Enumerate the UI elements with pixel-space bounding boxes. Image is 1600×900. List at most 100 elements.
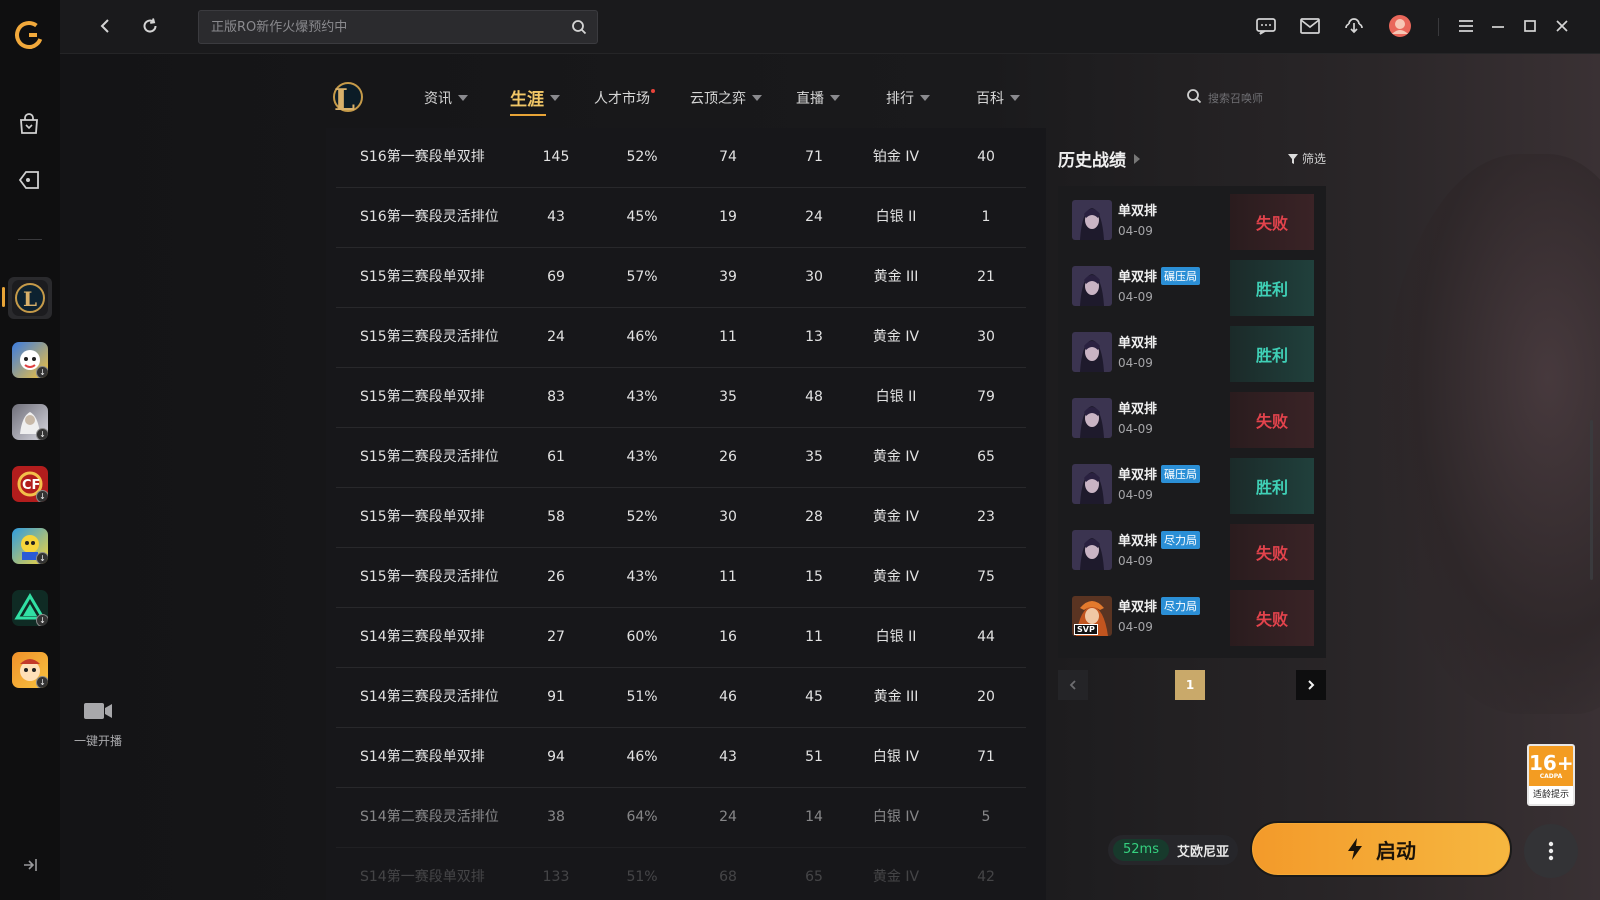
nav-label: 云顶之弈 <box>690 91 746 107</box>
rank-cell: 黄金 IV <box>872 509 920 525</box>
sidebar-game-2[interactable]: ↓ <box>12 342 48 378</box>
season-cell: S15第三赛段单双排 <box>360 269 485 285</box>
close-icon[interactable] <box>1548 12 1576 40</box>
user-avatar[interactable] <box>1386 12 1414 40</box>
filter-button[interactable]: 筛选 <box>1287 150 1326 167</box>
summoner-search[interactable] <box>1186 86 1306 110</box>
search-input[interactable] <box>211 11 561 43</box>
sidebar-game-5[interactable]: ↓ <box>12 528 48 564</box>
winrate-cell: 51% <box>626 869 658 885</box>
launch-button[interactable]: 启动 <box>1250 821 1512 877</box>
sidebar: L ↓ ↓ CF ↓ ↓ ↓ ↓ <box>0 0 60 900</box>
sidebar-game-3[interactable]: ↓ <box>12 404 48 440</box>
svg-text:L: L <box>334 83 355 116</box>
mail-icon[interactable] <box>1296 12 1324 40</box>
match-date: 04-09 <box>1118 356 1153 370</box>
store-bag-icon[interactable] <box>13 108 45 140</box>
summoner-search-input[interactable] <box>1208 91 1298 105</box>
page-number[interactable]: 1 <box>1175 670 1205 700</box>
match-history-title[interactable]: 历史战绩 <box>1058 146 1140 171</box>
nav-item-live[interactable]: 直播 <box>796 88 840 108</box>
menu-icon[interactable] <box>1452 12 1480 40</box>
next-page-button[interactable] <box>1296 670 1326 700</box>
refresh-icon[interactable] <box>136 12 164 40</box>
download-icon: ↓ <box>36 614 48 626</box>
nav-item-news[interactable]: 资讯 <box>424 88 468 108</box>
match-item[interactable]: 单双排 尽力局 04-09 失败 <box>1058 516 1326 580</box>
winrate-cell: 43% <box>626 389 658 405</box>
nav-label: 百科 <box>976 91 1004 107</box>
search-icon[interactable] <box>1186 88 1202 108</box>
sidebar-game-7[interactable]: ↓ <box>12 652 48 688</box>
games-cell: 69 <box>547 269 565 285</box>
sidebar-game-lol[interactable]: L <box>12 280 48 316</box>
table-row[interactable]: S15第二赛段灵活排位 61 43% 26 35 黄金 IV 65 <box>336 428 1026 488</box>
search-icon[interactable] <box>571 19 587 39</box>
app-logo-icon[interactable] <box>14 20 44 50</box>
expand-sidebar-icon[interactable] <box>20 855 40 875</box>
table-row[interactable]: S14第二赛段单双排 94 46% 43 51 白银 IV 71 <box>336 728 1026 788</box>
tag-icon[interactable] <box>13 164 45 196</box>
background-artwork <box>1380 154 1600 714</box>
winrate-cell: 43% <box>626 449 658 465</box>
match-item[interactable]: 单双排 04-09 胜利 <box>1058 318 1326 382</box>
filter-icon <box>1287 153 1298 164</box>
nav-item-tft[interactable]: 云顶之弈 <box>690 88 762 108</box>
prev-page-button[interactable] <box>1058 670 1088 700</box>
wins-cell: 39 <box>719 269 737 285</box>
more-options-button[interactable] <box>1524 824 1578 878</box>
chevron-down-icon <box>1010 95 1020 101</box>
back-icon[interactable] <box>92 12 120 40</box>
sidebar-game-cf[interactable]: CF ↓ <box>12 466 48 502</box>
lp-cell: 30 <box>977 329 995 345</box>
nav-item-wiki[interactable]: 百科 <box>976 88 1020 108</box>
nav-item-career[interactable]: 生涯 <box>510 85 560 116</box>
table-row[interactable]: S15第三赛段单双排 69 57% 39 30 黄金 III 21 <box>336 248 1026 308</box>
losses-cell: 28 <box>805 509 823 525</box>
server-selector[interactable]: 52ms 艾欧尼亚 <box>1108 835 1238 865</box>
table-row[interactable]: S14第一赛段单双排 133 51% 68 65 黄金 IV 42 <box>336 848 1026 900</box>
minimize-icon[interactable] <box>1484 12 1512 40</box>
match-item[interactable]: 单双排 碾压局 04-09 胜利 <box>1058 252 1326 316</box>
search-box[interactable] <box>198 10 598 44</box>
table-row[interactable]: S15第三赛段灵活排位 24 46% 11 13 黄金 IV 30 <box>336 308 1026 368</box>
chat-icon[interactable] <box>1252 12 1280 40</box>
download-icon: ↓ <box>36 676 48 688</box>
match-item[interactable]: 单双排 碾压局 04-09 胜利 <box>1058 450 1326 514</box>
table-row[interactable]: S15第一赛段单双排 58 52% 30 28 黄金 IV 23 <box>336 488 1026 548</box>
nav-item-talent-market[interactable]: 人才市场 <box>594 88 660 108</box>
match-date: 04-09 <box>1118 290 1153 304</box>
match-item[interactable]: 单双排 04-09 失败 <box>1058 186 1326 250</box>
lol-logo-icon[interactable]: L <box>328 76 364 118</box>
lp-cell: 75 <box>977 569 995 585</box>
table-row[interactable]: S15第二赛段单双排 83 43% 35 48 白银 II 79 <box>336 368 1026 428</box>
mode-label: 单双排 <box>1118 534 1158 549</box>
nav-item-ranking[interactable]: 排行 <box>886 88 930 108</box>
top-bar <box>60 0 1600 54</box>
rank-cell: 黄金 IV <box>872 869 920 885</box>
download-manager-icon[interactable] <box>1340 12 1368 40</box>
nav-label: 直播 <box>796 91 824 107</box>
winrate-cell: 51% <box>626 689 658 705</box>
lp-cell: 40 <box>977 149 995 165</box>
download-icon: ↓ <box>36 366 48 378</box>
match-history-panel: 历史战绩 筛选 单双排 04-09 失败 单双排 碾压局 04-09 胜利 单双排 <box>1058 138 1326 708</box>
wins-cell: 16 <box>719 629 737 645</box>
match-item[interactable]: 单双排 04-09 失败 <box>1058 384 1326 448</box>
sidebar-game-6[interactable]: ↓ <box>12 590 48 626</box>
maximize-icon[interactable] <box>1516 12 1544 40</box>
age-rating-badge[interactable]: 16+ CADPA 适龄提示 <box>1527 744 1575 806</box>
table-row[interactable]: S16第一赛段灵活排位 43 45% 19 24 白银 II 1 <box>336 188 1026 248</box>
table-row[interactable]: S14第三赛段灵活排位 91 51% 46 45 黄金 III 20 <box>336 668 1026 728</box>
rank-cell: 白银 II <box>875 389 917 405</box>
table-row[interactable]: S14第三赛段单双排 27 60% 16 11 白银 II 44 <box>336 608 1026 668</box>
one-click-live-button[interactable]: 一键开播 <box>70 700 126 749</box>
match-item[interactable]: SVP 单双排 尽力局 04-09 失败 <box>1058 582 1326 646</box>
table-row[interactable]: S16第一赛段单双排 145 52% 74 71 铂金 IV 40 <box>336 128 1026 188</box>
page-scrollbar[interactable] <box>1590 420 1593 580</box>
table-row[interactable]: S15第一赛段灵活排位 26 43% 11 15 黄金 IV 75 <box>336 548 1026 608</box>
live-label: 一键开播 <box>73 734 122 748</box>
table-row[interactable]: S14第二赛段灵活排位 38 64% 24 14 白银 IV 5 <box>336 788 1026 848</box>
games-cell: 27 <box>547 629 565 645</box>
lp-cell: 79 <box>977 389 995 405</box>
